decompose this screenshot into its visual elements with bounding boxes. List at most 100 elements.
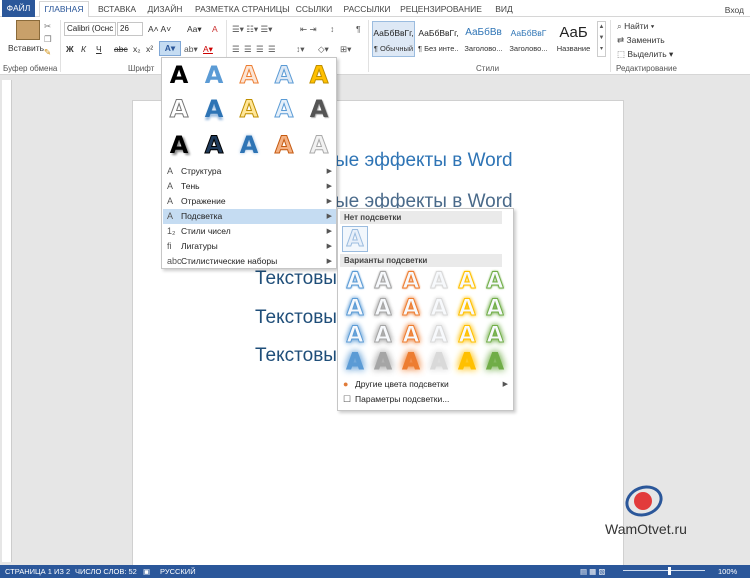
bold-icon[interactable]: Ж <box>66 44 74 54</box>
tab-home[interactable]: ГЛАВНАЯ <box>39 1 89 18</box>
glow-variant[interactable]: A <box>454 296 480 322</box>
shading-icon[interactable]: ◇▾ <box>318 44 329 55</box>
menu-item-glow[interactable]: A Подсветка ▶ <box>163 209 336 224</box>
font-name-box[interactable]: Calibri (Оснс <box>64 22 116 36</box>
zoom-thumb[interactable] <box>668 567 671 575</box>
glow-variant[interactable]: A <box>454 350 480 376</box>
paste-button[interactable]: Вставить <box>8 43 44 53</box>
proofing-icon[interactable]: ▣ <box>143 567 150 576</box>
sign-in-link[interactable]: Вход <box>725 3 744 17</box>
glow-variant[interactable]: A <box>398 323 424 349</box>
tab-file[interactable]: ФАЙЛ <box>2 0 35 17</box>
subscript-icon[interactable]: x₂ <box>133 44 141 54</box>
styles-scroll[interactable]: ▲ ▼ ▾ <box>597 21 606 57</box>
effect-preset[interactable]: A <box>234 130 264 160</box>
glow-variant[interactable]: A <box>342 269 368 295</box>
status-language[interactable]: РУССКИЙ <box>160 567 196 576</box>
effect-preset[interactable]: A <box>234 60 264 90</box>
effect-preset[interactable]: A <box>304 130 334 160</box>
effect-preset[interactable]: A <box>269 130 299 160</box>
more-glow-colors-item[interactable]: ● Другие цвета подсветки ▶ <box>339 377 512 392</box>
status-page[interactable]: СТРАНИЦА 1 ИЗ 2 <box>5 567 70 576</box>
view-mode-icons[interactable]: ▤ ▦ ▧ <box>580 567 605 576</box>
menu-item-ligatures[interactable]: fi Лигатуры ▶ <box>163 239 336 254</box>
glow-variant[interactable]: A <box>454 269 480 295</box>
glow-variant[interactable]: A <box>342 323 368 349</box>
tab-mailings[interactable]: РАССЫЛКИ <box>342 2 392 16</box>
bullets-icon[interactable]: ☰▾ ☷▾ ☰▾ <box>232 24 272 35</box>
style-heading2[interactable]: АаБбВвГ Заголово... <box>507 21 550 57</box>
glow-variant[interactable]: A <box>370 350 396 376</box>
tab-layout[interactable]: РАЗМЕТКА СТРАНИЦЫ <box>195 2 290 16</box>
style-heading1[interactable]: АаБбВв Заголово... <box>462 21 505 57</box>
copy-icon[interactable]: ❐ <box>44 34 52 45</box>
highlight-icon[interactable]: ab▾ <box>184 44 198 55</box>
menu-item-shadow[interactable]: A Тень ▶ <box>163 179 336 194</box>
strikethrough-icon[interactable]: abc <box>114 44 128 54</box>
cut-icon[interactable]: ✂ <box>44 21 51 32</box>
menu-item-reflection[interactable]: A Отражение ▶ <box>163 194 336 209</box>
underline-icon[interactable]: Ч <box>96 44 102 54</box>
align-icons[interactable]: ☰ ☰ ☰ ☰ <box>232 44 277 55</box>
effect-preset[interactable]: A <box>269 60 299 90</box>
glow-variant[interactable]: A <box>482 350 508 376</box>
effect-preset[interactable]: A <box>234 94 264 124</box>
pilcrow-icon[interactable]: ¶ <box>356 24 361 34</box>
glow-variant[interactable]: A <box>370 323 396 349</box>
effect-preset[interactable]: A <box>164 60 194 90</box>
format-painter-icon[interactable]: ✎ <box>44 47 51 58</box>
zoom-level[interactable]: 100% <box>718 567 737 576</box>
line-spacing-icon[interactable]: ↕▾ <box>296 44 305 55</box>
change-case-icon[interactable]: Aa▾ <box>187 24 202 35</box>
effect-preset[interactable]: A <box>199 60 229 90</box>
glow-variant[interactable]: A <box>426 269 452 295</box>
glow-variant[interactable]: A <box>370 269 396 295</box>
glow-variant[interactable]: A <box>426 296 452 322</box>
glow-variant[interactable]: A <box>482 269 508 295</box>
glow-variant[interactable]: A <box>398 350 424 376</box>
glow-variant[interactable]: A <box>398 269 424 295</box>
glow-variant[interactable]: A <box>426 350 452 376</box>
font-size-box[interactable]: 26 <box>117 22 143 36</box>
effect-preset[interactable]: A <box>304 94 334 124</box>
status-words[interactable]: ЧИСЛО СЛОВ: 52 <box>75 567 137 576</box>
effect-preset[interactable]: A <box>199 130 229 160</box>
menu-item-number-styles[interactable]: 1₂ Стили чисел ▶ <box>163 224 336 239</box>
tab-references[interactable]: ССЫЛКИ <box>294 2 334 16</box>
glow-variant[interactable]: A <box>370 296 396 322</box>
replace-button[interactable]: ⇄ Заменить <box>617 35 665 46</box>
grow-font-icon[interactable]: A˄ A˅ <box>148 24 171 34</box>
find-button[interactable]: ⌕ Найти ▾ <box>617 21 654 32</box>
glow-variant[interactable]: A <box>482 296 508 322</box>
tab-insert[interactable]: ВСТАВКА <box>95 2 139 16</box>
italic-icon[interactable]: К <box>81 44 86 54</box>
effect-preset[interactable]: A <box>164 130 194 160</box>
glow-variant[interactable]: A <box>342 350 368 376</box>
glow-variant[interactable]: A <box>482 323 508 349</box>
zoom-slider[interactable] <box>623 570 705 571</box>
sort-icon[interactable]: ↕ <box>330 24 334 34</box>
menu-item-outline[interactable]: A Структура ▶ <box>163 164 336 179</box>
tab-review[interactable]: РЕЦЕНЗИРОВАНИЕ <box>400 2 482 16</box>
style-title[interactable]: АаБ Название <box>552 21 595 57</box>
borders-icon[interactable]: ⊞▾ <box>340 44 351 55</box>
superscript-icon[interactable]: x² <box>146 44 153 54</box>
glow-variant[interactable]: A <box>454 323 480 349</box>
effect-preset[interactable]: A <box>164 94 194 124</box>
effect-preset[interactable]: A <box>199 94 229 124</box>
tab-design[interactable]: ДИЗАЙН <box>146 2 184 16</box>
text-effects-button[interactable]: A▾ <box>159 41 181 56</box>
style-normal[interactable]: АаБбВвГг, ¶ Обычный <box>372 21 415 57</box>
menu-item-stylistic-sets[interactable]: abc Стилистические наборы ▶ <box>163 254 336 269</box>
tab-view[interactable]: ВИД <box>490 2 518 16</box>
select-button[interactable]: ⬚ Выделить ▾ <box>617 49 673 60</box>
no-glow-option[interactable]: A <box>342 226 368 253</box>
effect-preset[interactable]: A <box>269 94 299 124</box>
indent-icon[interactable]: ⇤ ⇥ <box>300 24 317 35</box>
glow-variant[interactable]: A <box>342 296 368 322</box>
glow-variant[interactable]: A <box>398 296 424 322</box>
glow-options-item[interactable]: ☐ Параметры подсветки... <box>339 392 512 407</box>
clear-format-icon[interactable]: A <box>212 24 218 34</box>
effect-preset[interactable]: A <box>304 60 334 90</box>
style-no-spacing[interactable]: АаБбВвГг, ¶ Без инте... <box>417 21 460 57</box>
